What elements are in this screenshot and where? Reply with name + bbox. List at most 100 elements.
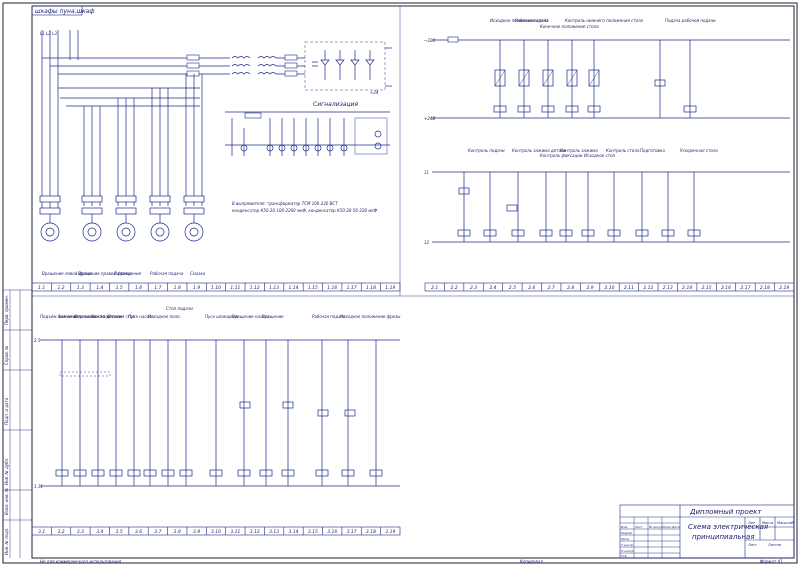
zone-cell-zones_top_right-18: 2.19 — [779, 285, 789, 291]
note-line-1: В выпрямителе: трансформатор ТСМ 100-220… — [232, 201, 338, 206]
zone-cell-zones_top_left-15: 1.16 — [327, 285, 337, 291]
zone-strip-top-left: 1.1 1.2 1.3 1.4 1.5 1.6 1.7 1.8 1.9 1.10 1.11 1.12 1… — [31, 282, 401, 292]
title-name-line1: Схема электрическая — [688, 523, 768, 531]
tb-row-nkontr: Н.контр. — [621, 549, 634, 553]
zone-cell-zones_bottom-3: 3.4 — [96, 529, 103, 535]
footer-right: Формат А1 — [760, 559, 783, 564]
title-scale: Масштаб — [777, 521, 794, 525]
rt-label-3: Конечное положение стола — [540, 24, 599, 29]
zone-cell-zones_bottom-14: 3.15 — [308, 529, 318, 535]
tb-row-list: Лист — [634, 525, 643, 529]
rt-label-4: Контроль нижнего положения стола — [565, 18, 644, 23]
tb-row-izm: Изм. — [621, 525, 628, 529]
rm-label-6: Контроль стола — [606, 148, 640, 153]
rt-label-5: Подача рабочей подачи — [665, 18, 716, 23]
zone-cell-zones_top_right-12: 2.13 — [663, 285, 673, 291]
footer-mid: Копировал — [520, 559, 543, 564]
zone-cell-zones_top_left-6: 1.7 — [154, 285, 161, 291]
zone-cell-zones_top_left-16: 1.17 — [347, 285, 357, 291]
zone-cell-zones_top_right-1: 2.2 — [451, 285, 458, 291]
zone-strip-top-right: 2.1 2.2 2.3 2.4 2.5 2.6 2.7 2.8 2.9 2.10 2.11 2.12 2… — [424, 282, 795, 292]
zone-cell-zones_top_right-8: 2.9 — [586, 285, 593, 291]
tb-row-podp: Подп. — [663, 525, 672, 529]
tb-row-prov: Пров. — [621, 537, 630, 541]
zone-cell-zones_bottom-6: 3.7 — [154, 529, 161, 535]
zone-cell-zones_bottom-5: 3.6 — [135, 529, 142, 535]
zone-cell-zones_top_left-1: 1.2 — [57, 285, 64, 291]
zone-cell-zones_top_left-18: 1.19 — [385, 285, 395, 291]
motor-label-5: Смазка — [190, 271, 206, 276]
title-project: Дипломный проект — [689, 508, 762, 516]
zone-cell-zones_bottom-2: 3.3 — [77, 529, 84, 535]
zone-cell-zones_top_right-4: 2.5 — [509, 285, 516, 291]
side-stamp-2: Справ. № — [4, 346, 9, 365]
note-line-2: конденсатор К50-20-100-2200 мкФ, конденс… — [232, 208, 378, 213]
zone-cell-zones_bottom-8: 3.9 — [193, 529, 200, 535]
zone-cell-zones_top_right-6: 2.7 — [548, 285, 555, 291]
rm-label-1: Контроль подачи — [468, 148, 505, 153]
rm-label-3: Контроль фиксации — [540, 153, 583, 158]
footer-left: Не для коммерческого использования — [40, 559, 122, 564]
zone-cell-zones_top_right-14: 2.15 — [702, 285, 712, 291]
svg-text:11: 11 — [424, 170, 429, 175]
rm-label-5: Исходное стол — [584, 153, 616, 158]
zone-cell-zones_top_left-8: 1.9 — [193, 285, 200, 291]
title-sheet: Лист — [747, 543, 758, 547]
zone-cell-zones_top_left-10: 1.11 — [230, 285, 240, 291]
svg-text:12: 12 — [424, 240, 430, 245]
zone-cell-zones_bottom-11: 3.12 — [250, 529, 260, 535]
power-circuit: L1 L2 L3 +24 Сигнализация Вращение левой… — [39, 30, 392, 276]
zone-cell-zones_top_right-16: 2.17 — [740, 285, 750, 291]
zone-cell-zones_bottom-17: 3.18 — [366, 529, 376, 535]
zone-cell-zones_top_left-7: 1.8 — [174, 285, 181, 291]
lb-label-11: Вращение — [262, 314, 284, 319]
zone-cell-zones_top_right-7: 2.8 — [567, 285, 574, 291]
zone-cell-zones_top_right-11: 2.12 — [643, 285, 653, 291]
bus-label-top: ~220 — [424, 38, 435, 43]
zone-cell-zones_bottom-1: 3.2 — [57, 529, 64, 535]
header-title: шкафы пуна.шкаф — [35, 8, 94, 15]
zone-cell-zones_bottom-15: 3.16 — [327, 529, 337, 535]
tb-row-tkontr: Т.контр. — [621, 543, 634, 547]
zone-cell-zones_bottom-16: 3.17 — [347, 529, 357, 535]
svg-text:2.5: 2.5 — [34, 338, 41, 343]
zone-cell-zones_top_left-13: 1.14 — [288, 285, 298, 291]
zone-cell-zones_top_right-13: 2.14 — [682, 285, 692, 291]
lb-label-8: Стоп подачи — [166, 306, 193, 311]
title-lit: Лит. — [747, 521, 756, 525]
control-ladder-bottom: 2.5 1.11 Подъём вилочного Зажим вилочног… — [34, 306, 400, 489]
bus-label-l2: +24В — [424, 116, 435, 121]
rt-label-2: Рабочая подача — [515, 18, 549, 23]
title-mass: Масса — [762, 521, 773, 525]
tb-row-utv: Утв. — [621, 554, 627, 558]
zone-cell-zones_top_left-14: 1.15 — [308, 285, 318, 291]
zone-cell-zones_top_left-4: 1.5 — [116, 285, 123, 291]
zone-cell-zones_top_right-3: 2.4 — [489, 285, 496, 291]
tb-row-razrab: Разраб. — [621, 531, 633, 535]
side-stamp: Перв. примен. Справ. № Подп. и дата Инв.… — [3, 289, 32, 558]
zone-cell-zones_top_left-11: 1.12 — [250, 285, 260, 291]
zone-cell-zones_top_right-5: 2.6 — [528, 285, 535, 291]
zone-cell-zones_bottom-0: 3.1 — [38, 529, 45, 535]
zone-cell-zones_top_right-9: 2.10 — [604, 285, 614, 291]
zone-cell-zones_top_left-0: 1.1 — [38, 285, 45, 291]
zone-cell-zones_top_right-15: 2.16 — [721, 285, 731, 291]
tb-row-doc: № докум. — [648, 525, 664, 529]
zone-cell-zones_top_left-17: 1.18 — [366, 285, 376, 291]
zone-cell-zones_bottom-7: 3.8 — [174, 529, 181, 535]
schematic-sheet: шкафы пуна.шкаф Перв. примен. Справ. № П… — [2, 2, 798, 564]
zone-cell-zones_top_left-3: 1.4 — [96, 285, 103, 291]
motor-label-3: Охлаждение — [114, 271, 142, 276]
svg-text:+24: +24 — [370, 90, 379, 95]
side-stamp-3: Подп. и дата — [4, 397, 9, 425]
tb-row-date: Дата — [671, 525, 680, 529]
zone-cell-zones_top_left-5: 1.6 — [135, 285, 142, 291]
zone-cell-zones_bottom-12: 3.13 — [269, 529, 279, 535]
zone-cell-zones_top_left-9: 1.10 — [211, 285, 221, 291]
signal-section-title: Сигнализация — [313, 101, 358, 108]
zone-cell-zones_bottom-4: 3.5 — [116, 529, 123, 535]
rm-label-7: Подготовка — [640, 148, 665, 153]
side-stamp-6: Инв. № подл. — [4, 527, 9, 555]
svg-text:L1 L2 L3: L1 L2 L3 — [40, 31, 57, 36]
control-circuit-top-right: ~220 +24В Исходное положение стола Рабоч… — [424, 18, 790, 245]
